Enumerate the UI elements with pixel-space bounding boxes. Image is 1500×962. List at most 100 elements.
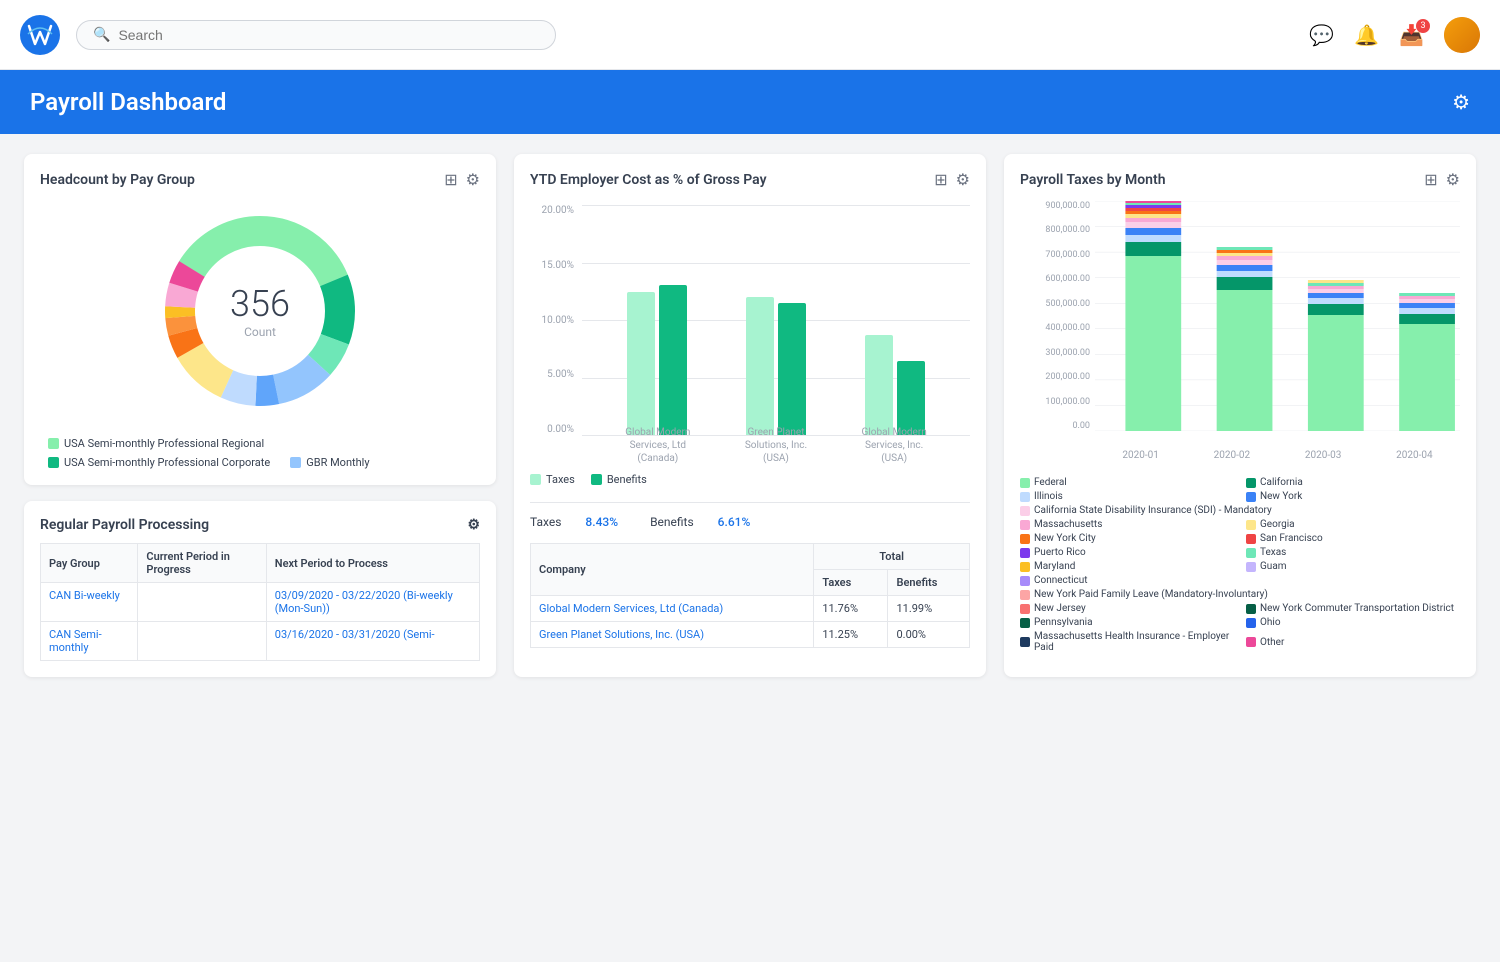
headcount-card-header: Headcount by Pay Group ⊞ ⚙	[40, 170, 480, 189]
tl-nj: New Jersey	[1020, 603, 1234, 614]
tl-guam-dot	[1246, 562, 1256, 572]
dashboard-settings-button[interactable]: ⚙	[1452, 90, 1470, 114]
current-period-cell	[138, 622, 266, 661]
tl-mahi: Massachusetts Health Insurance - Employe…	[1020, 631, 1234, 653]
ty-label-5: 400,000.00	[1020, 323, 1090, 333]
ytd-legend-benefits: Benefits	[591, 473, 647, 486]
ytd-company-cell[interactable]: Global Modern Services, Ltd (Canada)	[531, 596, 814, 622]
ytd-bar-chart: 20.00% 15.00% 10.00% 5.00% 0.00%	[530, 205, 970, 465]
tl-federal: Federal	[1020, 477, 1234, 488]
x-label-0: Global ModernServices, Ltd(Canada)	[625, 426, 690, 465]
headcount-title: Headcount by Pay Group	[40, 172, 195, 188]
taxes-stacked-chart: 900,000.00 800,000.00 700,000.00 600,000…	[1020, 201, 1460, 461]
ytd-bar-chart-area: 20.00% 15.00% 10.00% 5.00% 0.00%	[530, 201, 970, 490]
ytd-settings-icon[interactable]: ⚙	[956, 170, 970, 189]
x-label-2: Global ModernServices, Inc.(USA)	[862, 426, 927, 465]
next-period-cell[interactable]: 03/16/2020 - 03/31/2020 (Semi-	[266, 622, 479, 661]
ytd-legend-benefits-dot	[591, 474, 602, 485]
tl-pr-label: Puerto Rico	[1034, 547, 1086, 558]
payroll-processing-card: Regular Payroll Processing ⚙ Pay Group C…	[24, 501, 496, 677]
ytd-summary: Taxes 8.43% Benefits 6.61%	[530, 515, 970, 529]
ytd-taxes-cell: 11.25%	[814, 622, 888, 648]
bar-group-1	[746, 297, 806, 435]
tl-sf-label: San Francisco	[1260, 533, 1323, 544]
ytd-table-row: Green Planet Solutions, Inc. (USA) 11.25…	[531, 622, 970, 648]
ytd-company-cell[interactable]: Green Planet Solutions, Inc. (USA)	[531, 622, 814, 648]
donut-center-label: 356 Count	[230, 283, 290, 339]
ty-label-2: 700,000.00	[1020, 250, 1090, 260]
tl-newyork: New York	[1246, 491, 1460, 502]
chat-icon[interactable]: 💬	[1309, 23, 1334, 47]
tl-illinois-dot	[1020, 492, 1030, 502]
legend-item-2: GBR Monthly	[290, 456, 369, 469]
next-period-cell[interactable]: 03/09/2020 - 03/22/2020 (Bi-weekly (Mon-…	[266, 583, 479, 622]
tl-other: Other	[1246, 631, 1460, 653]
bar-benefits-2	[897, 361, 925, 435]
headcount-card: Headcount by Pay Group ⊞ ⚙	[24, 154, 496, 485]
payroll-processing-settings-icon[interactable]: ⚙	[467, 517, 480, 533]
logo	[20, 15, 60, 55]
tl-connecticut-dot	[1020, 576, 1030, 586]
tl-nyc: New York City	[1020, 533, 1234, 544]
taxes-settings-icon[interactable]: ⚙	[1446, 170, 1460, 189]
headcount-settings-icon[interactable]: ⚙	[466, 170, 480, 189]
tl-mass-label: Massachusetts	[1034, 519, 1102, 530]
page-title: Payroll Dashboard	[30, 88, 226, 116]
search-bar[interactable]: 🔍	[76, 20, 556, 50]
tl-other-label: Other	[1260, 637, 1284, 648]
tl-nypfl-dot	[1020, 590, 1030, 600]
ytd-x-labels: Global ModernServices, Ltd(Canada) Green…	[582, 426, 970, 465]
tx-label-3: 2020-04	[1396, 450, 1432, 461]
ytd-legend-taxes-dot	[530, 474, 541, 485]
tl-sdi: California State Disability Insurance (S…	[1020, 505, 1460, 516]
tl-federal-dot	[1020, 478, 1030, 488]
payroll-processing-title: Regular Payroll Processing	[40, 517, 209, 533]
taxes-legend: Federal California Illinois New York Cal…	[1020, 477, 1460, 653]
headcount-filter-icon[interactable]: ⊞	[444, 170, 457, 189]
tl-nj-dot	[1020, 604, 1030, 614]
col-taxes: Taxes	[814, 570, 888, 596]
ty-label-4: 500,000.00	[1020, 299, 1090, 309]
payroll-processing-table: Pay Group Current Period in Progress Nex…	[40, 543, 480, 661]
tl-california-label: California	[1260, 477, 1303, 488]
tl-connecticut: Connecticut	[1020, 575, 1234, 586]
col-benefits: Benefits	[888, 570, 970, 596]
taxes-card: Payroll Taxes by Month ⊞ ⚙ 900,000.00 80…	[1004, 154, 1476, 677]
tl-sdi-label: California State Disability Insurance (S…	[1034, 505, 1272, 516]
avatar[interactable]	[1444, 17, 1480, 53]
table-row: CAN Bi-weekly 03/09/2020 - 03/22/2020 (B…	[41, 583, 480, 622]
pay-group-cell[interactable]: CAN Bi-weekly	[41, 583, 138, 622]
benefits-summary-value: 6.61%	[718, 515, 751, 529]
ytd-bars-row	[582, 205, 970, 435]
ytd-card-header: YTD Employer Cost as % of Gross Pay ⊞ ⚙	[530, 170, 970, 189]
tl-sf-dot	[1246, 534, 1256, 544]
ty-label-7: 200,000.00	[1020, 372, 1090, 382]
tx-label-0: 2020-01	[1122, 450, 1158, 461]
ty-label-0: 900,000.00	[1020, 201, 1090, 211]
ytd-taxes-cell: 11.76%	[814, 596, 888, 622]
tl-maryland: Maryland	[1020, 561, 1234, 572]
tl-ohio: Ohio	[1246, 617, 1460, 628]
bar-benefits-1	[778, 303, 806, 435]
legend-row-2: USA Semi-monthly Professional Corporate …	[48, 456, 472, 469]
legend-dot-2	[290, 457, 301, 468]
ytd-filter-icon[interactable]: ⊞	[934, 170, 947, 189]
tl-texas-label: Texas	[1260, 547, 1286, 558]
notification-icon[interactable]: 🔔	[1354, 23, 1379, 47]
tl-sf: San Francisco	[1246, 533, 1460, 544]
col-current-period: Current Period in Progress	[138, 544, 266, 583]
tl-ohio-label: Ohio	[1260, 617, 1281, 628]
tl-georgia-label: Georgia	[1260, 519, 1295, 530]
pay-group-cell[interactable]: CAN Semi-monthly	[41, 622, 138, 661]
top-nav: 🔍 💬 🔔 📥 3	[0, 0, 1500, 70]
inbox-icon[interactable]: 📥 3	[1399, 23, 1424, 47]
search-input[interactable]	[118, 27, 539, 43]
tl-mahi-label: Massachusetts Health Insurance - Employe…	[1034, 631, 1234, 653]
ytd-legend-taxes: Taxes	[530, 473, 575, 486]
bar-taxes-2	[865, 335, 893, 435]
bar-taxes-0	[627, 292, 655, 435]
legend-label-1: USA Semi-monthly Professional Corporate	[64, 456, 270, 469]
tl-nypfl-label: New York Paid Family Leave (Mandatory-In…	[1034, 589, 1268, 600]
taxes-filter-icon[interactable]: ⊞	[1424, 170, 1437, 189]
taxes-y-axis: 900,000.00 800,000.00 700,000.00 600,000…	[1020, 201, 1090, 431]
